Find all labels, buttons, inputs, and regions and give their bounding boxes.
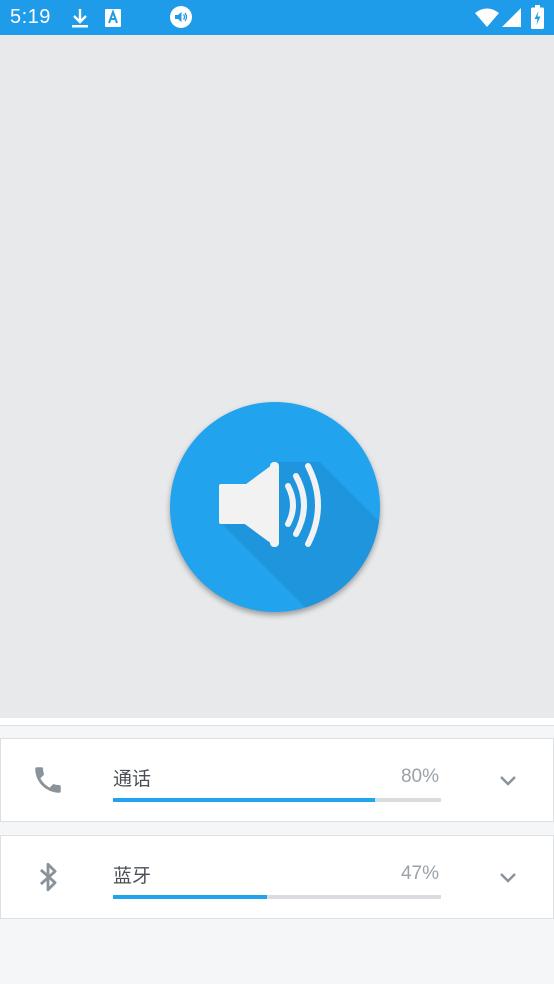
- download-icon: [72, 9, 88, 28]
- hero-area: [0, 35, 554, 718]
- volume-percent: 80%: [400, 766, 439, 787]
- battery-charging-icon: [531, 5, 544, 29]
- chevron-down-icon[interactable]: [497, 769, 519, 791]
- volume-item-call[interactable]: 通话 80%: [0, 738, 554, 822]
- font-a-icon: [105, 9, 121, 27]
- volume-item-label: 蓝牙: [113, 865, 152, 887]
- volume-percent: 47%: [400, 863, 439, 884]
- volume-button[interactable]: [170, 402, 380, 612]
- volume-slider-fill: [113, 798, 376, 802]
- speaker-volume-icon: [219, 462, 380, 612]
- volume-slider-fill: [113, 895, 268, 899]
- volume-slider-call[interactable]: [113, 798, 441, 802]
- volume-item-label: 通话: [113, 768, 152, 790]
- status-time: 5:19: [10, 6, 51, 28]
- signal-icon: [502, 8, 521, 27]
- volume-slider-bluetooth[interactable]: [113, 895, 441, 899]
- chevron-down-icon[interactable]: [497, 866, 519, 888]
- wifi-icon: [475, 8, 499, 27]
- volume-item-bluetooth[interactable]: 蓝牙 47%: [0, 835, 554, 919]
- status-bar: 5:19: [0, 0, 554, 35]
- volume-notification-icon: [170, 6, 192, 28]
- phone-icon: [35, 767, 61, 793]
- divider: [0, 718, 554, 726]
- bluetooth-icon: [39, 862, 57, 892]
